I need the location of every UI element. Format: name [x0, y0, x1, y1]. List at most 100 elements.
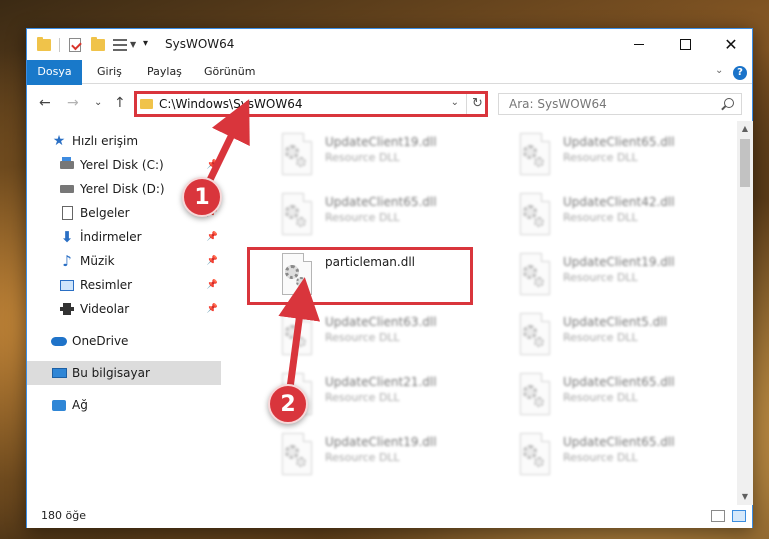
file-item[interactable]: UpdateClient65.dll Resource DLL	[511, 129, 733, 181]
sidebar-item-label: Videolar	[80, 302, 130, 316]
properties-icon[interactable]	[69, 38, 81, 52]
drive-d-icon	[59, 181, 75, 197]
sidebar-item-videos[interactable]: Videolar 📌	[27, 297, 221, 321]
expand-ribbon-icon[interactable]: ⌄	[715, 65, 723, 76]
details-view-icon[interactable]	[711, 510, 725, 522]
file-name: UpdateClient65.dll	[563, 435, 675, 449]
dll-file-icon	[279, 253, 315, 297]
scroll-down-icon[interactable]: ▼	[737, 489, 753, 505]
file-item[interactable]: UpdateClient65.dll Resource DLL	[511, 429, 733, 481]
address-path[interactable]: C:\Windows\SysWOW64	[159, 97, 303, 111]
forward-button[interactable]: →	[67, 95, 79, 111]
file-item[interactable]: UpdateClient19.dll Resource DLL	[511, 249, 733, 301]
file-type: Resource DLL	[563, 331, 638, 344]
file-item[interactable]: particleman.dll	[273, 249, 495, 301]
file-type: Resource DLL	[563, 211, 638, 224]
dll-file-icon	[279, 133, 315, 177]
pin-icon[interactable]: 📌	[207, 304, 218, 314]
search-box[interactable]: Ara: SysWOW64	[498, 93, 742, 115]
scroll-up-icon[interactable]: ▲	[737, 121, 753, 137]
file-type: Resource DLL	[325, 331, 400, 344]
sidebar-item-pictures[interactable]: Resimler 📌	[27, 273, 221, 297]
file-type: Resource DLL	[325, 451, 400, 464]
close-button[interactable]: ✕	[708, 29, 754, 60]
explorer-window: ▼ ▾ SysWOW64 ✕ Dosya Giriş Paylaş Görünü…	[26, 28, 753, 528]
callout-badge-1: 1	[182, 177, 222, 217]
address-row: ← → ⌄ ↑ C:\Windows\SysWOW64 ⌄ ↻ Ara: Sys…	[27, 85, 752, 121]
status-bar: 180 öğe	[27, 505, 752, 528]
dll-file-icon	[517, 373, 553, 417]
sidebar-item-quick-access[interactable]: ★ Hızlı erişim	[27, 129, 221, 153]
file-item[interactable]: UpdateClient19.dll Resource DLL	[273, 429, 495, 481]
dll-file-icon	[517, 433, 553, 477]
help-icon[interactable]: ?	[733, 66, 747, 80]
back-button[interactable]: ←	[39, 95, 51, 111]
file-list: UpdateClient19.dll Resource DLL UpdateClie…	[221, 121, 737, 505]
tab-share[interactable]: Paylaş	[135, 60, 194, 84]
sidebar-item-label: Belgeler	[80, 206, 130, 220]
pictures-icon	[59, 277, 75, 293]
scroll-thumb[interactable]	[740, 139, 750, 187]
title-bar: ▼ ▾ SysWOW64 ✕	[27, 29, 752, 60]
dll-file-icon	[517, 133, 553, 177]
sidebar-item-label: Resimler	[80, 278, 133, 292]
sidebar-item-downloads[interactable]: ⬇ İndirmeler 📌	[27, 225, 221, 249]
pin-icon[interactable]: 📌	[207, 160, 218, 170]
computer-icon	[51, 365, 67, 381]
network-icon	[51, 397, 67, 413]
search-icon[interactable]	[724, 98, 734, 108]
file-type: Resource DLL	[563, 451, 638, 464]
file-name: UpdateClient19.dll	[325, 435, 437, 449]
recent-locations-button[interactable]: ⌄	[94, 97, 102, 108]
item-count: 180 öğe	[41, 509, 86, 522]
large-icons-view-icon[interactable]	[732, 510, 746, 522]
file-type: Resource DLL	[563, 151, 638, 164]
up-button[interactable]: ↑	[114, 95, 126, 111]
file-item[interactable]: UpdateClient19.dll Resource DLL	[273, 129, 495, 181]
sidebar-item-label: İndirmeler	[80, 230, 142, 244]
maximize-button[interactable]	[662, 29, 708, 60]
refresh-button[interactable]: ↻	[466, 93, 488, 115]
drive-c-icon	[59, 157, 75, 173]
address-dropdown-icon[interactable]: ⌄	[451, 97, 459, 108]
folder-icon[interactable]	[37, 37, 51, 51]
file-item[interactable]: UpdateClient65.dll Resource DLL	[273, 189, 495, 241]
file-name: UpdateClient19.dll	[563, 255, 675, 269]
file-item[interactable]: UpdateClient63.dll Resource DLL	[273, 309, 495, 361]
cloud-icon	[51, 333, 67, 349]
sidebar-item-drive-c[interactable]: Yerel Disk (C:) 📌	[27, 153, 221, 177]
pin-icon[interactable]: 📌	[207, 280, 218, 290]
pin-icon[interactable]: 📌	[207, 256, 218, 266]
sidebar-item-this-pc[interactable]: Bu bilgisayar	[27, 361, 221, 385]
vertical-scrollbar[interactable]: ▲ ▼	[737, 121, 753, 505]
sidebar-item-onedrive[interactable]: OneDrive	[27, 329, 221, 353]
address-bar[interactable]: C:\Windows\SysWOW64 ⌄	[134, 93, 488, 115]
toolbar-separator	[59, 38, 60, 52]
new-folder-icon[interactable]	[91, 37, 105, 51]
sidebar-item-label: Hızlı erişim	[72, 134, 139, 148]
file-name: UpdateClient42.dll	[563, 195, 675, 209]
pin-icon[interactable]: 📌	[207, 232, 218, 242]
sidebar-item-label: OneDrive	[72, 334, 129, 348]
file-item[interactable]: UpdateClient42.dll Resource DLL	[511, 189, 733, 241]
view-icon[interactable]	[113, 39, 127, 51]
downloads-icon: ⬇	[60, 228, 74, 246]
star-icon: ★	[52, 133, 66, 149]
file-item[interactable]: UpdateClient65.dll Resource DLL	[511, 369, 733, 421]
folder-icon	[140, 99, 153, 109]
search-input[interactable]: Ara: SysWOW64	[509, 97, 607, 111]
file-type: Resource DLL	[325, 211, 400, 224]
minimize-button[interactable]	[616, 29, 662, 60]
file-item[interactable]: UpdateClient5.dll Resource DLL	[511, 309, 733, 361]
sidebar-item-network[interactable]: Ağ	[27, 393, 221, 417]
tab-view[interactable]: Görünüm	[192, 60, 267, 84]
ribbon-tabs: Dosya Giriş Paylaş Görünüm ⌄ ?	[27, 60, 752, 112]
file-name: UpdateClient5.dll	[563, 315, 667, 329]
file-name: particleman.dll	[325, 255, 416, 269]
tab-home[interactable]: Giriş	[85, 60, 134, 84]
chevron-down-icon[interactable]: ▼	[130, 40, 136, 56]
dll-file-icon	[279, 433, 315, 477]
customize-toolbar-icon[interactable]: ▾	[143, 38, 148, 54]
sidebar-item-music[interactable]: ♪ Müzik 📌	[27, 249, 221, 273]
file-name: UpdateClient65.dll	[325, 195, 437, 209]
